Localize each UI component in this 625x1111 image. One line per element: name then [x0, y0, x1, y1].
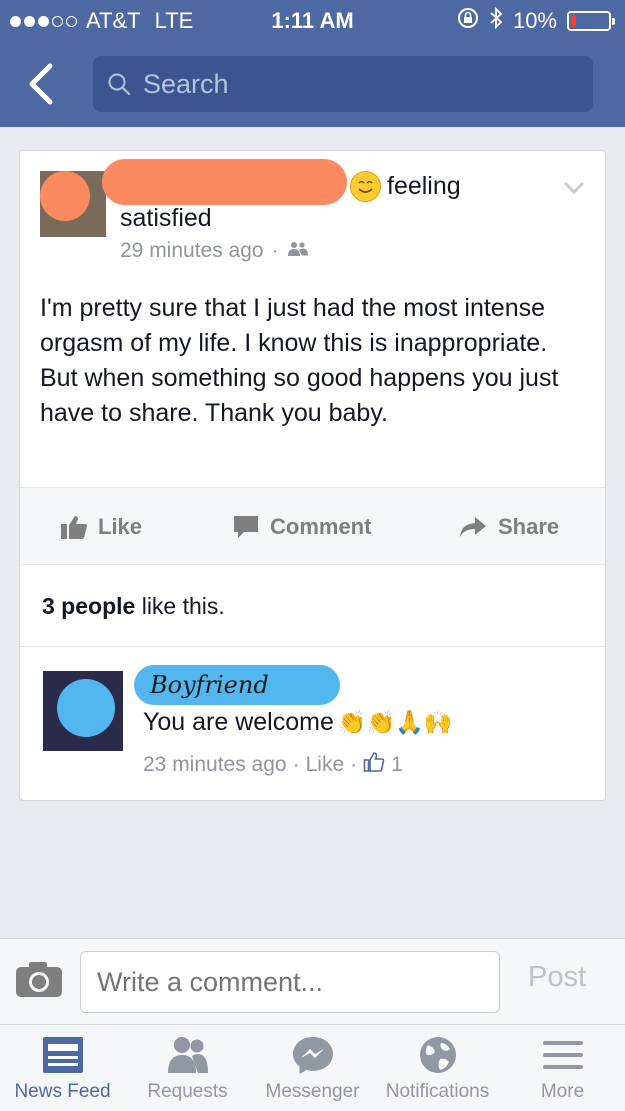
comment-composer: Post	[0, 938, 625, 1024]
smiling-face-icon	[350, 171, 381, 202]
comment-label: Comment	[270, 514, 372, 539]
friends-audience-icon	[287, 239, 309, 263]
search-bar[interactable]: Search	[93, 56, 593, 112]
rotation-lock-icon	[457, 7, 479, 35]
like-label: Like	[98, 514, 143, 539]
battery-percent: 10%	[512, 8, 557, 33]
tab-label: Messenger	[265, 1081, 360, 1102]
comment-meta: 23 minutes ago · Like · 1	[143, 751, 403, 779]
commenter-avatar[interactable]	[43, 671, 123, 751]
comment-button[interactable]: Comment	[232, 488, 371, 566]
comment-bubble-icon	[234, 516, 258, 538]
comment-text-row: You are welcome 👏👏🙏🙌	[143, 708, 452, 737]
comment-emoji: 👏👏🙏🙌	[337, 709, 453, 735]
likes-summary[interactable]: 3 people like this.	[42, 593, 225, 620]
tab-label: News Feed	[14, 1081, 111, 1102]
commenter-name[interactable]: Boyfriend	[150, 671, 269, 699]
back-button[interactable]	[22, 62, 62, 106]
like-button[interactable]: Like	[60, 488, 142, 566]
comment-likes-icon	[363, 751, 385, 779]
comment-like-link[interactable]: Like	[306, 753, 345, 777]
post-meta: 29 minutes ago ·	[120, 239, 309, 263]
tab-label: Notifications	[385, 1081, 490, 1102]
tab-more[interactable]: More	[500, 1025, 625, 1111]
camera-icon[interactable]	[14, 959, 64, 1004]
author-avatar[interactable]	[40, 171, 106, 237]
feeling-value: satisfied	[120, 204, 212, 232]
post-timestamp[interactable]: 29 minutes ago	[120, 239, 264, 263]
redacted-author-name	[102, 159, 347, 205]
battery-icon	[567, 11, 615, 31]
divider	[20, 646, 605, 647]
post-comment-button[interactable]: Post	[528, 961, 586, 994]
news-feed-icon	[42, 1037, 83, 1073]
share-button[interactable]: Share	[458, 488, 559, 566]
tab-messenger[interactable]: Messenger	[250, 1025, 375, 1111]
menu-icon	[542, 1041, 583, 1069]
likes-count: 3 people	[42, 593, 136, 619]
share-arrow-icon	[460, 517, 486, 537]
chevron-down-icon[interactable]	[563, 181, 585, 200]
comment-text: You are welcome	[143, 708, 334, 736]
comment-like-count: 1	[391, 753, 403, 776]
tab-news-feed[interactable]: News Feed	[0, 1025, 125, 1111]
tab-bar: News Feed Requests Messenger Notificatio…	[0, 1024, 625, 1111]
thumbs-up-icon	[61, 516, 87, 539]
search-placeholder: Search	[143, 68, 229, 99]
tab-notifications[interactable]: Notifications	[375, 1025, 500, 1111]
nav-header: AT&T LTE 1:11 AM 10% Search	[0, 0, 625, 127]
feeling-label: feeling	[387, 172, 461, 200]
tab-label: More	[540, 1081, 585, 1102]
status-bar: AT&T LTE 1:11 AM 10%	[0, 0, 625, 44]
messenger-icon	[292, 1037, 333, 1074]
post-actions: Like Comment Share	[20, 487, 605, 565]
tab-requests[interactable]: Requests	[125, 1025, 250, 1111]
search-icon	[108, 73, 131, 96]
post-card: feeling satisfied 29 minutes ago · I'm p…	[19, 150, 606, 801]
likes-suffix: like this.	[135, 593, 225, 619]
share-label: Share	[498, 514, 560, 539]
bluetooth-icon	[489, 6, 503, 35]
feeling-indicator: feeling	[350, 171, 461, 202]
post-body: I'm pretty sure that I just had the most…	[40, 294, 559, 427]
separator-dot: ·	[271, 239, 279, 262]
requests-icon	[167, 1037, 208, 1073]
tab-label: Requests	[147, 1081, 228, 1102]
comment-timestamp: 23 minutes ago	[143, 753, 287, 776]
comment-input[interactable]	[80, 951, 500, 1013]
globe-icon	[419, 1037, 456, 1073]
